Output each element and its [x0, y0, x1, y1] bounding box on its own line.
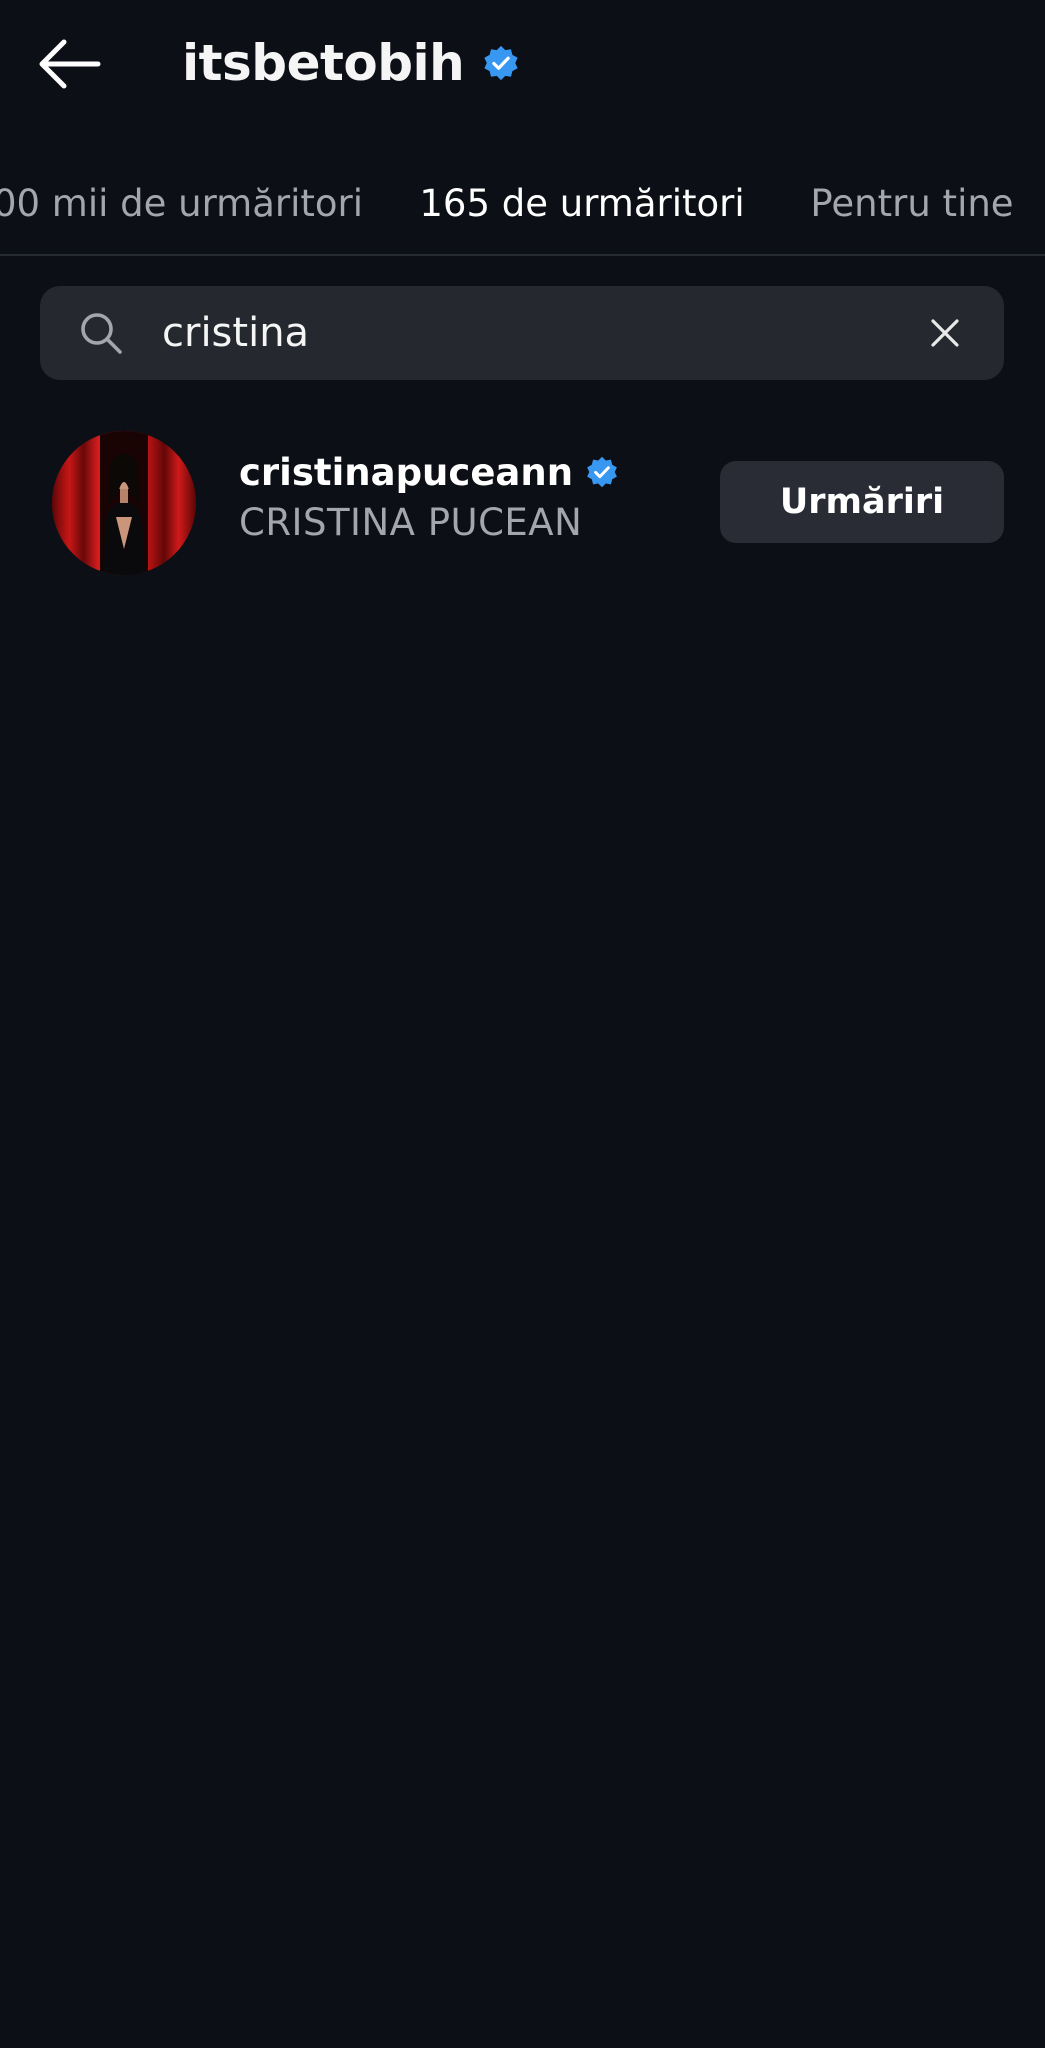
search-input[interactable] [162, 300, 922, 366]
user-text: cristinapuceann CRISTINA PUCEAN [239, 447, 619, 544]
avatar[interactable] [52, 431, 196, 575]
verified-badge-icon [585, 455, 619, 489]
search-bar [40, 286, 1004, 380]
display-name: CRISTINA PUCEAN [239, 501, 583, 544]
following-button[interactable]: Urmăriri [720, 461, 1004, 543]
list-item[interactable]: cristinapuceann CRISTINA PUCEAN Urmăriri [0, 425, 1045, 575]
search-icon [78, 310, 124, 356]
back-button[interactable] [36, 34, 106, 94]
close-icon[interactable] [924, 312, 966, 354]
tab-followers[interactable]: 00 mii de urmăritori [0, 150, 368, 254]
verified-badge-icon [482, 44, 520, 82]
tab-following[interactable]: 165 de urmăritori [392, 150, 772, 254]
username-line: cristinapuceann [239, 447, 619, 497]
page-title: itsbetobih [182, 34, 465, 92]
header: itsbetobih [0, 0, 1045, 128]
title-wrap: itsbetobih [182, 30, 520, 96]
tab-bar: 00 mii de urmăritori 165 de urmăritori P… [0, 150, 1045, 256]
tab-for-you[interactable]: Pentru tine [792, 150, 1032, 254]
username: cristinapuceann [239, 450, 574, 494]
arrow-left-icon [39, 39, 101, 89]
screen: itsbetobih 00 mii de urmăritori 165 de u… [0, 0, 1045, 2048]
